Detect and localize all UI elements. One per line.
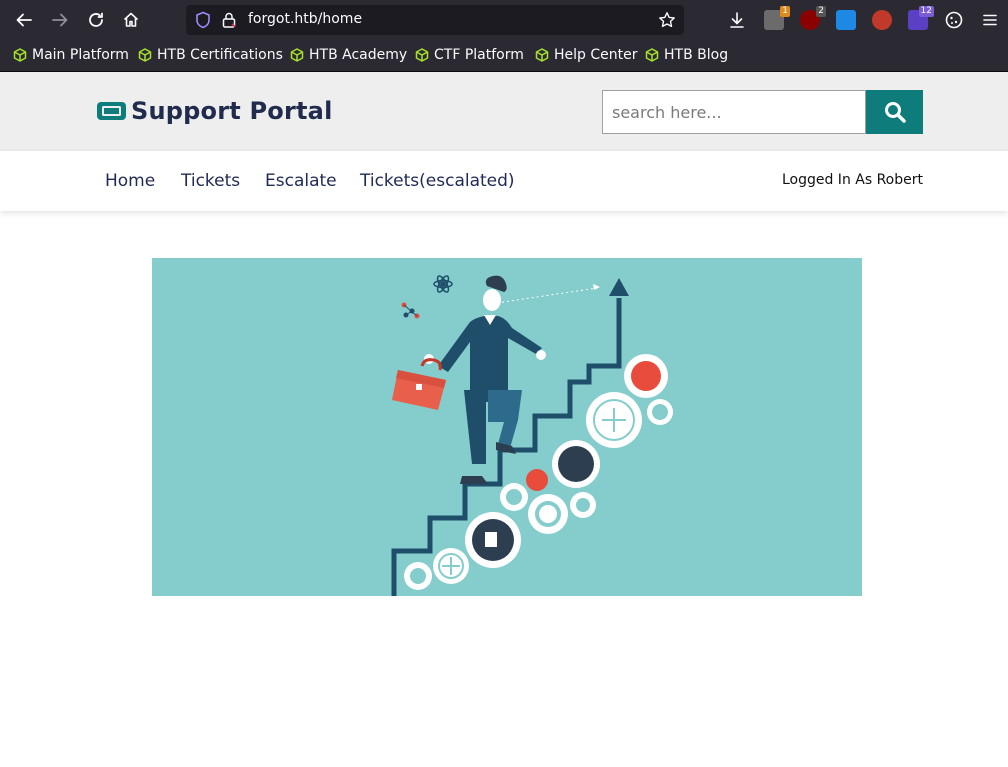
forward-button[interactable] — [42, 2, 78, 38]
url-bar[interactable]: forgot.htb/home — [186, 5, 684, 35]
shield-icon[interactable] — [194, 11, 212, 29]
htb-cube-icon — [415, 48, 429, 62]
reload-button[interactable] — [78, 2, 114, 38]
site-logo[interactable]: Support Portal — [96, 97, 333, 125]
search-input[interactable] — [602, 90, 866, 134]
bookmark-label: CTF Platform — [434, 47, 524, 63]
bookmark-label: HTB Certifications — [157, 47, 283, 63]
site-header: Support Portal — [0, 72, 1008, 151]
nav-home[interactable]: Home — [105, 171, 155, 191]
nav-tickets-escalated[interactable]: Tickets(escalated) — [360, 171, 515, 191]
bookmark-label: Help Center — [554, 47, 638, 63]
extension-badge: 1 — [780, 6, 790, 17]
career-growth-illustration — [391, 275, 673, 596]
url-text[interactable]: forgot.htb/home — [248, 11, 362, 27]
htb-cube-icon — [535, 48, 549, 62]
nav-escalate[interactable]: Escalate — [265, 171, 337, 191]
bookmark-item[interactable]: HTB Academy — [290, 47, 407, 63]
main-nav: Home Tickets Escalate Tickets(escalated)… — [0, 151, 1008, 211]
bookmark-item[interactable]: CTF Platform — [415, 47, 524, 63]
download-icon[interactable] — [728, 11, 746, 29]
htb-cube-icon — [13, 48, 27, 62]
extension-foxyproxy-icon[interactable] — [872, 10, 892, 30]
star-icon[interactable] — [658, 11, 676, 29]
search-icon — [884, 102, 906, 123]
cookie-icon[interactable] — [944, 10, 964, 30]
extension-purple-icon[interactable]: 12 — [908, 6, 934, 30]
extension-s-icon[interactable] — [836, 10, 856, 30]
lock-icon[interactable] — [220, 11, 238, 29]
ticket-icon — [97, 102, 126, 120]
hero-image — [152, 258, 862, 596]
reload-icon — [89, 12, 103, 27]
bookmark-item[interactable]: Main Platform — [13, 47, 129, 63]
arrow-right-icon — [52, 13, 68, 27]
arrow-left-icon — [16, 13, 32, 27]
search-button[interactable] — [866, 90, 923, 134]
login-status: Logged In As Robert — [781, 172, 923, 188]
bookmark-label: Main Platform — [32, 47, 129, 63]
hamburger-menu-icon[interactable] — [981, 11, 999, 29]
htb-cube-icon — [645, 48, 659, 62]
site-title: Support Portal — [131, 97, 333, 125]
bookmark-label: HTB Blog — [664, 47, 729, 63]
home-icon — [123, 12, 139, 27]
extension-badge: 12 — [918, 6, 934, 17]
extension-ublock-icon[interactable]: 2 — [800, 6, 826, 30]
nav-tickets[interactable]: Tickets — [181, 171, 240, 191]
bookmark-label: HTB Academy — [309, 47, 408, 63]
back-button[interactable] — [6, 2, 42, 38]
extension-badge: 2 — [816, 6, 826, 17]
browser-toolbar: forgot.htb/home 1 2 12 — [0, 0, 1008, 40]
bookmark-item[interactable]: Help Center — [535, 47, 638, 63]
bookmark-item[interactable]: HTB Certifications — [138, 47, 283, 63]
extension-wappalyzer-icon[interactable]: 1 — [764, 6, 790, 30]
htb-cube-icon — [290, 48, 304, 62]
htb-cube-icon — [138, 48, 152, 62]
bookmarks-bar: Main Platform HTB Certifications HTB Aca… — [0, 40, 1008, 72]
bookmark-item[interactable]: HTB Blog — [645, 47, 728, 63]
home-button[interactable] — [113, 2, 149, 38]
